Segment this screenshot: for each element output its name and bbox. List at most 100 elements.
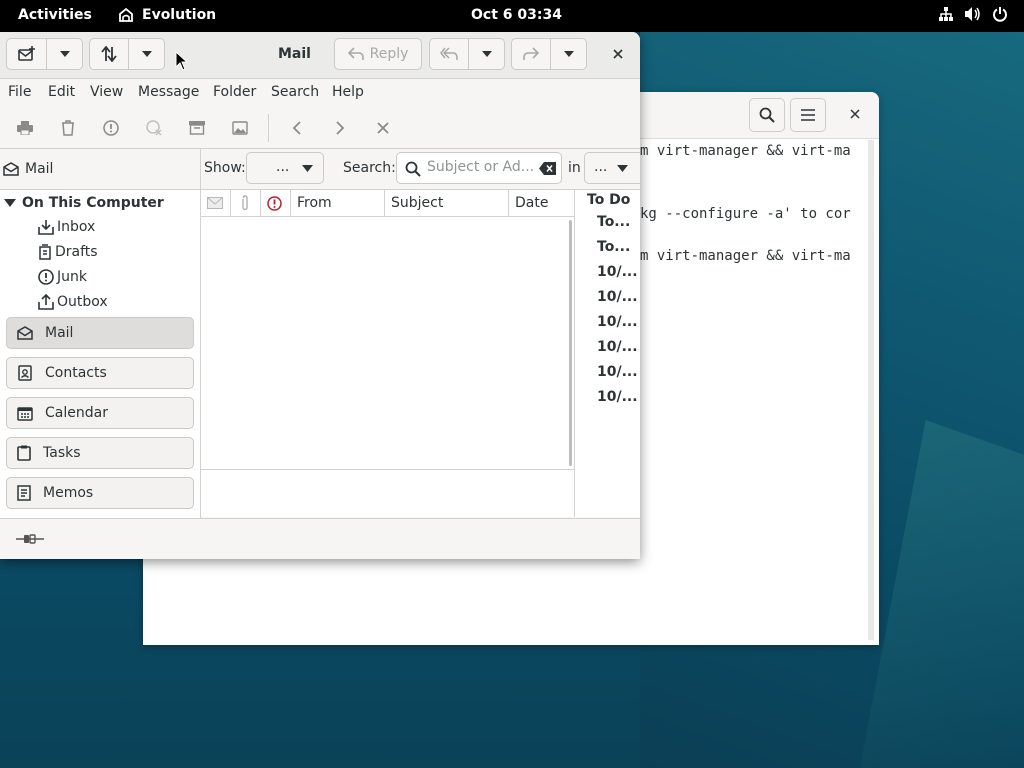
close-icon — [377, 122, 389, 134]
reply-all-dropdown-button[interactable] — [469, 38, 505, 70]
chevron-down-icon — [481, 51, 492, 57]
window-close-button[interactable] — [608, 44, 628, 64]
todo-item[interactable]: 10/... — [597, 264, 638, 280]
switcher-contacts-button[interactable]: Contacts — [6, 357, 194, 389]
switcher-tasks-button[interactable]: Tasks — [6, 437, 194, 469]
account-on-this-computer[interactable]: On This Computer — [4, 195, 164, 211]
menu-help[interactable]: Help — [332, 84, 364, 100]
load-images-button[interactable] — [228, 116, 252, 140]
message-list[interactable]: From Subject Date — [201, 190, 575, 517]
switcher-mail-button[interactable]: Mail — [6, 317, 194, 349]
reply-label: Reply — [369, 46, 409, 62]
terminal-close-button[interactable] — [845, 104, 865, 124]
menu-bar: File Edit View Message Folder Search Hel… — [0, 79, 640, 107]
menu-message[interactable]: Message — [138, 84, 199, 100]
mark-junk-button[interactable] — [99, 116, 123, 140]
chevron-down-icon — [563, 51, 574, 57]
activities-button[interactable]: Activities — [18, 7, 92, 23]
online-status-icon[interactable] — [16, 533, 44, 545]
new-message-button[interactable] — [6, 38, 47, 70]
menu-edit[interactable]: Edit — [48, 84, 75, 100]
folder-drafts[interactable]: Drafts — [38, 244, 98, 260]
switcher-label: Calendar — [45, 405, 108, 421]
search-filter-bar: Show: ... Search: Subject or Ad... in ..… — [201, 149, 640, 190]
todo-item[interactable]: To... — [597, 214, 630, 230]
column-attachment[interactable] — [231, 190, 261, 216]
system-status-area[interactable] — [938, 6, 1008, 22]
reply-button[interactable]: Reply — [334, 38, 422, 70]
terminal-search-button[interactable] — [749, 98, 785, 132]
column-subject[interactable]: Subject — [385, 190, 509, 216]
folder-label: Inbox — [57, 219, 96, 235]
preview-pane-divider[interactable] — [201, 469, 574, 470]
header-bar: Mail Reply — [0, 32, 640, 79]
column-date[interactable]: Date — [509, 190, 574, 216]
search-icon — [405, 161, 421, 177]
chevron-down-icon — [617, 165, 628, 172]
clear-icon[interactable] — [539, 162, 556, 175]
new-dropdown-button[interactable] — [47, 38, 83, 70]
todo-item[interactable]: 10/... — [597, 339, 638, 355]
menu-file[interactable]: File — [8, 84, 31, 100]
send-receive-icon — [101, 46, 117, 62]
account-label: On This Computer — [22, 195, 164, 211]
stop-button[interactable] — [371, 116, 395, 140]
todo-item[interactable]: 10/... — [597, 314, 638, 330]
folder-label: Drafts — [55, 244, 98, 260]
chevron-right-icon — [336, 121, 345, 135]
chevron-down-icon — [141, 51, 152, 57]
folder-outbox[interactable]: Outbox — [38, 294, 108, 310]
menu-folder[interactable]: Folder — [213, 84, 256, 100]
archive-icon — [189, 121, 205, 135]
send-receive-dropdown-button[interactable] — [129, 38, 165, 70]
sidebar-title: Mail — [25, 161, 54, 177]
column-importance[interactable] — [261, 190, 291, 216]
folder-label: Outbox — [57, 294, 108, 310]
todo-item[interactable]: To... — [597, 239, 630, 255]
forward-button[interactable] — [511, 38, 551, 70]
menu-search[interactable]: Search — [271, 84, 319, 100]
column-from[interactable]: From — [291, 190, 385, 216]
forward-icon — [523, 47, 539, 60]
todo-item[interactable]: 10/... — [597, 389, 638, 405]
clock[interactable]: Oct 6 03:34 — [471, 7, 562, 23]
message-list-scrollbar[interactable] — [569, 220, 572, 466]
archive-button[interactable] — [185, 116, 209, 140]
next-button[interactable] — [328, 116, 352, 140]
reply-all-button[interactable] — [429, 38, 469, 70]
mouse-cursor-icon — [175, 51, 189, 71]
search-scope-combo[interactable]: ... — [584, 152, 640, 184]
menu-view[interactable]: View — [90, 84, 123, 100]
delete-button[interactable] — [56, 116, 80, 140]
switcher-memos-button[interactable]: Memos — [6, 477, 194, 509]
folder-junk[interactable]: Junk — [38, 269, 87, 285]
send-receive-button[interactable] — [89, 38, 129, 70]
column-header-row: From Subject Date — [201, 190, 574, 217]
search-placeholder: Subject or Ad... — [427, 159, 535, 175]
exclamation-icon — [103, 120, 119, 136]
evolution-mail-window: Mail Reply File Edit View Message Folder… — [0, 32, 640, 559]
top-bar: Activities Evolution Oct 6 03:34 — [0, 0, 1024, 32]
todo-item[interactable]: 10/... — [597, 364, 638, 380]
switcher-label: Tasks — [43, 445, 81, 461]
forward-dropdown-button[interactable] — [551, 38, 587, 70]
mark-not-junk-button[interactable] — [142, 116, 166, 140]
contacts-icon — [18, 365, 32, 381]
folder-inbox[interactable]: Inbox — [38, 219, 95, 235]
terminal-scrollbar[interactable] — [868, 140, 874, 640]
column-status[interactable] — [201, 190, 231, 216]
todo-header: To Do — [587, 192, 631, 208]
mail-icon — [17, 326, 33, 340]
app-menu[interactable]: Evolution — [118, 7, 216, 23]
print-button[interactable] — [13, 116, 37, 140]
search-input[interactable]: Subject or Ad... — [396, 152, 562, 184]
switcher-calendar-button[interactable]: Calendar — [6, 397, 194, 429]
show-filter-combo[interactable]: ... — [246, 152, 324, 184]
previous-button[interactable] — [285, 116, 309, 140]
chevron-down-icon — [302, 165, 313, 172]
terminal-menu-button[interactable] — [790, 98, 826, 132]
evolution-icon — [119, 7, 133, 22]
todo-item[interactable]: 10/... — [597, 289, 638, 305]
status-bar — [0, 518, 640, 559]
sidebar: Mail On This Computer Inbox Drafts Junk … — [0, 149, 201, 518]
